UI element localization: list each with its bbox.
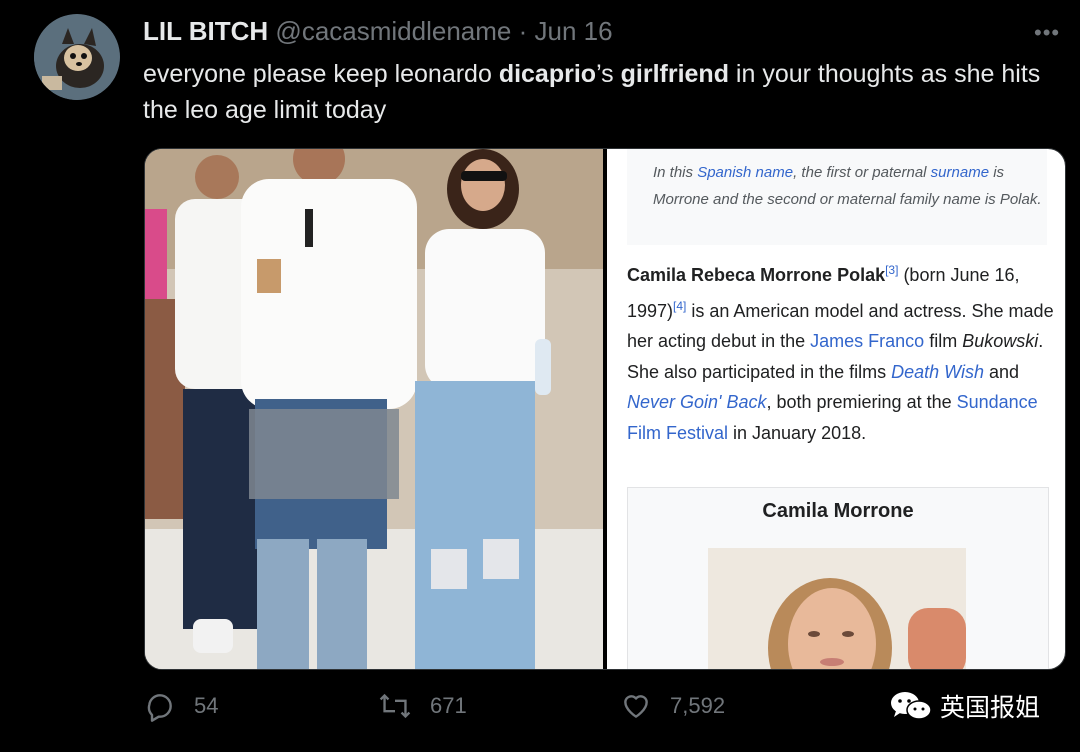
retweet-count: 671 — [430, 693, 467, 718]
never-goin-back-link[interactable]: Never Goin' Back — [627, 392, 767, 412]
highlighted-keyword: dicaprio — [498, 60, 597, 88]
death-wish-link[interactable]: Death Wish — [891, 362, 984, 382]
spanish-name-link[interactable]: Spanish name — [697, 164, 793, 181]
citation-link[interactable]: [4] — [673, 299, 686, 313]
street-photo-illustration — [145, 149, 603, 669]
watermark-text: 英国报姐 — [940, 693, 1041, 722]
paragraph-text: and — [984, 361, 1020, 382]
heart-icon — [624, 695, 648, 718]
infobox-title: Camila Morrone — [762, 500, 914, 522]
separator-dot: · — [518, 16, 528, 46]
tweet-date[interactable]: Jun 16 — [535, 16, 613, 46]
surname-link[interactable]: surname — [931, 164, 989, 181]
user-handle[interactable]: @cacasmiddlename — [275, 16, 511, 46]
hatnote-text: In this — [653, 164, 698, 181]
paragraph-text: film — [924, 331, 963, 352]
wechat-icon — [891, 692, 932, 720]
hatnote-text: , the first or paternal — [793, 164, 931, 181]
like-button[interactable]: 7,592 — [620, 690, 725, 722]
portrait-illustration — [708, 548, 966, 669]
tweet-text: everyone please keep leonardo dicaprio’s… — [143, 56, 1043, 128]
paragraph-text: in January 2018. — [728, 422, 867, 443]
wiki-hatnote: In this Spanish name, the first or pater… — [627, 149, 1047, 245]
reply-button[interactable]: 54 — [144, 690, 218, 722]
avatar[interactable] — [34, 14, 120, 100]
tweet-text-segment: everyone please keep leonardo — [143, 60, 499, 88]
retweet-icon — [379, 693, 411, 719]
retweet-button[interactable]: 671 — [378, 690, 467, 722]
reply-count: 54 — [194, 693, 219, 718]
reply-icon — [147, 694, 172, 722]
display-name[interactable]: LIL BITCH — [143, 16, 268, 46]
wikipedia-screenshot[interactable]: In this Spanish name, the first or pater… — [607, 149, 1065, 669]
tweet-text-segment: ’s — [596, 60, 621, 88]
subject-name: Camila Rebeca Morrone Polak — [627, 265, 886, 285]
infobox-portrait[interactable] — [708, 548, 966, 669]
watermark: 英国报姐 — [888, 688, 1040, 724]
citation-link[interactable]: [3] — [885, 263, 898, 277]
paragraph-text: , both premiering at the — [766, 392, 957, 413]
avatar-dog-image — [34, 14, 120, 100]
like-count: 7,592 — [670, 693, 726, 718]
street-photo[interactable] — [145, 149, 603, 669]
james-franco-link[interactable]: James Franco — [810, 331, 924, 351]
tweet-header: LIL BITCH @cacasmiddlename · Jun 16 — [143, 16, 613, 47]
tweet-media[interactable]: In this Spanish name, the first or pater… — [144, 148, 1066, 670]
wiki-infobox: Camila Morrone — [627, 487, 1049, 669]
more-options-icon[interactable]: ••• — [1034, 20, 1060, 46]
film-title: Bukowski — [962, 331, 1039, 352]
highlighted-keyword: girlfriend — [620, 60, 729, 88]
wiki-intro-paragraph: Camila Rebeca Morrone Polak[3] (born Jun… — [627, 255, 1057, 449]
